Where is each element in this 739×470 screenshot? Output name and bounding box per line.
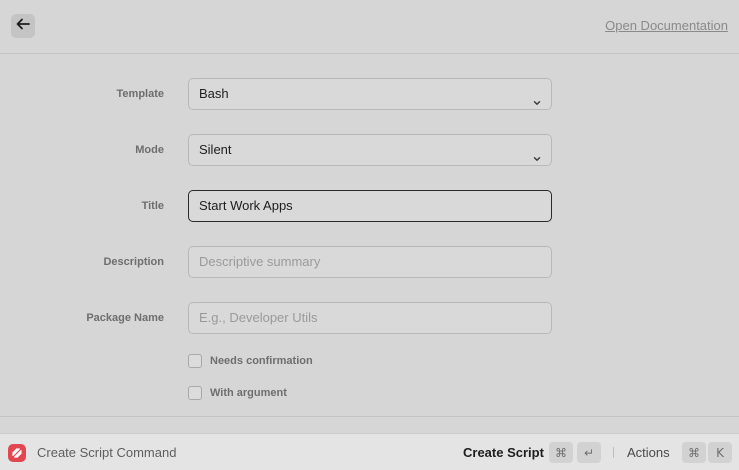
chevron-down-icon <box>532 89 542 105</box>
mode-label: Mode <box>135 144 164 156</box>
divider <box>0 416 739 417</box>
command-key-icon: ⌘ <box>682 442 706 463</box>
header: Open Documentation <box>0 0 739 54</box>
mode-row: Mode Silent <box>0 134 739 166</box>
create-script-button[interactable]: Create Script <box>463 445 544 460</box>
command-title: Create Script Command <box>37 445 177 460</box>
with-argument-row: With argument <box>188 385 287 401</box>
mode-dropdown[interactable]: Silent <box>188 134 552 166</box>
title-input[interactable]: Start Work Apps <box>188 190 552 222</box>
with-argument-checkbox[interactable] <box>188 386 202 400</box>
template-dropdown[interactable]: Bash <box>188 78 552 110</box>
template-label: Template <box>116 88 164 100</box>
package-name-placeholder: E.g., Developer Utils <box>199 310 318 325</box>
open-documentation-link[interactable]: Open Documentation <box>605 18 728 33</box>
needs-confirmation-row: Needs confirmation <box>188 353 313 369</box>
package-name-input[interactable]: E.g., Developer Utils <box>188 302 552 334</box>
separator <box>613 447 614 458</box>
raycast-icon <box>8 444 26 462</box>
mode-value: Silent <box>199 142 232 157</box>
template-value: Bash <box>199 86 229 101</box>
back-button[interactable] <box>11 14 35 38</box>
k-key-icon: K <box>708 442 732 463</box>
description-placeholder: Descriptive summary <box>199 254 321 269</box>
needs-confirmation-checkbox[interactable] <box>188 354 202 368</box>
package-name-label: Package Name <box>86 312 164 324</box>
title-row: Title Start Work Apps <box>0 190 739 222</box>
action-bar: Create Script Command Create Script ⌘ ↵ … <box>0 433 739 470</box>
actions-button[interactable]: Actions <box>627 445 670 460</box>
command-key-icon: ⌘ <box>549 442 573 463</box>
title-label: Title <box>141 200 164 212</box>
chevron-down-icon <box>532 145 542 161</box>
template-row: Template Bash <box>0 78 739 110</box>
return-key-icon: ↵ <box>577 442 601 463</box>
title-value: Start Work Apps <box>199 198 293 213</box>
arrow-left-icon <box>16 17 30 35</box>
description-input[interactable]: Descriptive summary <box>188 246 552 278</box>
description-row: Description Descriptive summary <box>0 246 739 278</box>
description-label: Description <box>103 256 164 268</box>
needs-confirmation-label[interactable]: Needs confirmation <box>210 355 313 367</box>
with-argument-label[interactable]: With argument <box>210 387 287 399</box>
package-name-row: Package Name E.g., Developer Utils <box>0 302 739 334</box>
